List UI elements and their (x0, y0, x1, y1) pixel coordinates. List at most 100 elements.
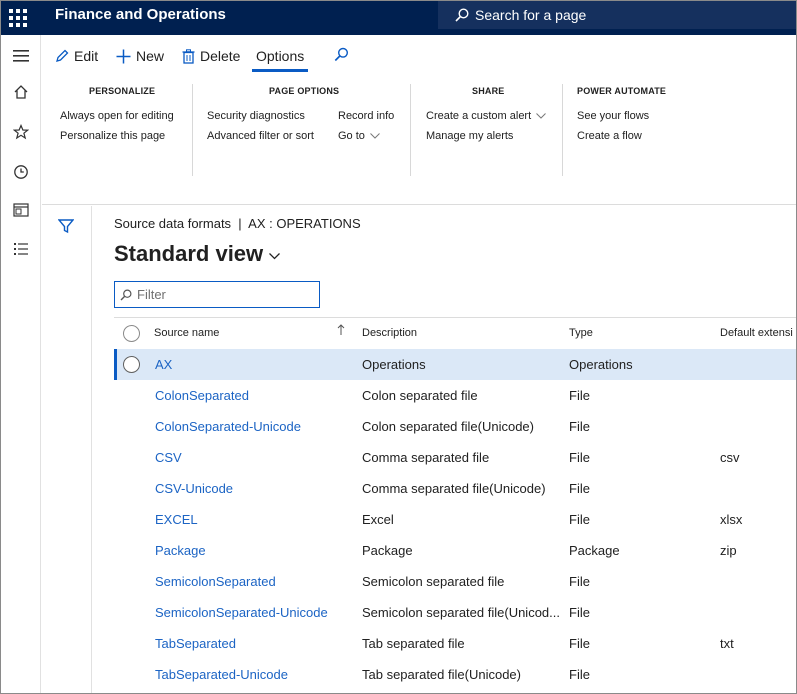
trash-icon (182, 48, 195, 64)
type-cell: File (569, 667, 590, 682)
tab-options[interactable]: Options (252, 45, 309, 73)
table-row[interactable]: SemicolonSeparated-Unicode Semicolon sep… (114, 597, 796, 628)
top-bar: Finance and Operations Search for a page (1, 1, 796, 35)
security-diagnostics-button[interactable]: Security diagnostics (207, 110, 305, 122)
extension-cell: txt (720, 636, 734, 651)
manage-my-alerts-button[interactable]: Manage my alerts (426, 130, 513, 142)
group-divider (192, 84, 193, 176)
description-cell: Colon separated file (362, 388, 478, 403)
table-row[interactable]: EXCEL Excel File xlsx (114, 504, 796, 535)
create-custom-alert-button[interactable]: Create a custom alert (426, 110, 547, 122)
table-row[interactable]: AX Operations Operations (114, 349, 796, 380)
edit-label: Edit (74, 48, 99, 64)
group-header-share: SHARE (472, 86, 505, 96)
workspace-icon[interactable] (10, 199, 32, 221)
table-row[interactable]: CSV Comma separated file File csv (114, 442, 796, 473)
record-info-button[interactable]: Record info (338, 110, 394, 122)
column-header-source-name[interactable]: Source name (154, 327, 219, 339)
table-row[interactable]: Package Package Package zip (114, 535, 796, 566)
active-tab-indicator (252, 69, 309, 72)
description-cell: Comma separated file (362, 450, 490, 465)
table-row[interactable]: ColonSeparated-Unicode Colon separated f… (114, 411, 796, 442)
data-grid: Source name Description Type Default ext… (114, 317, 796, 693)
see-your-flows-button[interactable]: See your flows (577, 110, 649, 122)
app-launcher-icon[interactable] (9, 9, 27, 27)
column-header-default-extension[interactable]: Default extensi (720, 327, 793, 339)
list-icon[interactable] (10, 238, 32, 260)
clock-icon[interactable] (10, 161, 32, 183)
row-select-radio[interactable] (123, 356, 140, 373)
delete-button[interactable]: Delete (182, 45, 240, 67)
description-cell: Tab separated file (362, 636, 465, 651)
view-selector[interactable]: Standard view (114, 241, 281, 267)
type-cell: Operations (569, 357, 633, 372)
type-cell: File (569, 605, 590, 620)
grid-header-row: Source name Description Type Default ext… (114, 318, 796, 349)
source-name-link[interactable]: EXCEL (155, 512, 198, 527)
breadcrumb: Source data formats | AX : OPERATIONS (114, 216, 361, 231)
type-cell: File (569, 481, 590, 496)
always-open-for-editing-button[interactable]: Always open for editing (60, 110, 174, 122)
description-cell: Comma separated file(Unicode) (362, 481, 546, 496)
tab-options-label: Options (256, 48, 305, 64)
table-row[interactable]: TabSeparated Tab separated file File txt (114, 628, 796, 659)
group-divider (410, 84, 411, 176)
pencil-icon (56, 49, 69, 62)
extension-cell: csv (720, 450, 740, 465)
source-name-link[interactable]: AX (155, 357, 172, 372)
edit-button[interactable]: Edit (55, 45, 98, 67)
group-header-page-options: PAGE OPTIONS (269, 86, 340, 96)
action-search-icon[interactable] (334, 47, 349, 65)
source-name-link[interactable]: TabSeparated (155, 636, 236, 651)
source-name-link[interactable]: CSV (155, 450, 182, 465)
group-header-personalize: PERSONALIZE (89, 86, 156, 96)
search-icon (455, 8, 469, 25)
menu-icon[interactable] (10, 45, 32, 67)
description-cell: Operations (362, 357, 426, 372)
type-cell: File (569, 574, 590, 589)
page-search-box[interactable]: Search for a page (438, 1, 796, 29)
new-button[interactable]: New (116, 45, 164, 67)
table-row[interactable]: CSV-Unicode Comma separated file(Unicode… (114, 473, 796, 504)
source-name-link[interactable]: TabSeparated-Unicode (155, 667, 288, 682)
extension-cell: zip (720, 543, 737, 558)
source-name-link[interactable]: ColonSeparated-Unicode (155, 419, 301, 434)
advanced-filter-button[interactable]: Advanced filter or sort (207, 130, 314, 142)
star-icon[interactable] (10, 121, 32, 143)
source-name-link[interactable]: Package (155, 543, 206, 558)
group-divider (562, 84, 563, 176)
column-header-description[interactable]: Description (362, 327, 417, 339)
description-cell: Semicolon separated file (362, 574, 505, 589)
description-cell: Excel (362, 512, 394, 527)
create-a-flow-button[interactable]: Create a flow (577, 130, 642, 142)
table-row[interactable]: ColonSeparated Colon separated file File (114, 380, 796, 411)
chevron-down-icon (370, 133, 380, 139)
app-window: Finance and Operations Search for a page (0, 0, 797, 694)
plus-icon (116, 49, 131, 63)
filter-input-box (114, 281, 320, 308)
extension-cell: xlsx (720, 512, 743, 527)
new-label: New (136, 48, 165, 64)
type-cell: File (569, 636, 590, 651)
filter-funnel-icon[interactable] (57, 218, 75, 237)
delete-label: Delete (200, 48, 241, 64)
left-navigation (1, 35, 41, 693)
description-cell: Package (362, 543, 413, 558)
description-cell: Semicolon separated file(Unicod... (362, 605, 560, 620)
home-icon[interactable] (10, 81, 32, 103)
personalize-page-button[interactable]: Personalize this page (60, 130, 165, 142)
source-name-link[interactable]: ColonSeparated (155, 388, 249, 403)
search-icon (120, 289, 132, 304)
source-name-link[interactable]: SemicolonSeparated-Unicode (155, 605, 328, 620)
filter-input[interactable] (137, 285, 315, 304)
sort-ascending-icon (337, 324, 345, 338)
source-name-link[interactable]: SemicolonSeparated (155, 574, 276, 589)
column-header-type[interactable]: Type (569, 327, 593, 339)
go-to-button[interactable]: Go to (338, 130, 380, 142)
select-all-radio[interactable] (123, 325, 140, 342)
table-row[interactable]: SemicolonSeparated Semicolon separated f… (114, 566, 796, 597)
app-title: Finance and Operations (55, 6, 226, 23)
source-name-link[interactable]: CSV-Unicode (155, 481, 233, 496)
table-row[interactable]: TabSeparated-Unicode Tab separated file(… (114, 659, 796, 690)
filter-pane-column (42, 206, 92, 693)
